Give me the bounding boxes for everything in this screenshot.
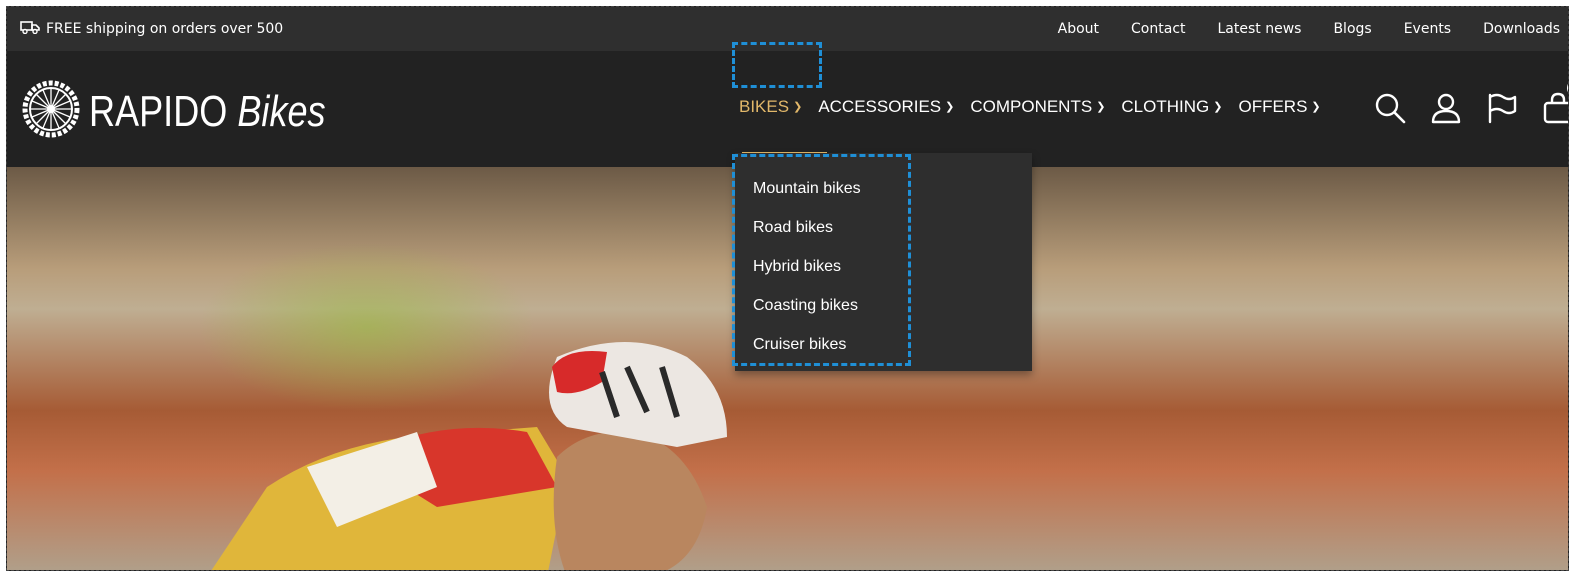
dropdown-item-coasting-bikes[interactable]: Coasting bikes — [753, 286, 861, 325]
truck-icon — [20, 20, 40, 38]
nav-item-bikes[interactable]: BIKES ❯ — [739, 97, 802, 117]
user-icon[interactable] — [1429, 91, 1463, 125]
nav-label-bikes: BIKES — [739, 97, 790, 116]
nav-label-offers: OFFERS — [1238, 97, 1308, 116]
top-link-blogs[interactable]: Blogs — [1333, 21, 1371, 37]
chevron-down-icon: ❯ — [793, 100, 803, 113]
cyclist-illustration — [211, 342, 727, 570]
shipping-info: FREE shipping on orders over 500 — [20, 20, 283, 38]
shipping-text: FREE shipping on orders over 500 — [46, 21, 284, 37]
nav-label-components: COMPONENTS — [970, 97, 1093, 116]
chevron-down-icon: ❯ — [1311, 100, 1321, 113]
cart-icon[interactable]: 1 — [1541, 79, 1568, 125]
nav-item-components[interactable]: COMPONENTS ❯ — [970, 97, 1105, 117]
header-icons: 1 — [1373, 79, 1568, 125]
nav-label-accessories: ACCESSORIES — [818, 97, 942, 116]
page-frame: FREE shipping on orders over 500 About C… — [6, 6, 1569, 571]
top-links: About Contact Latest news Blogs Events D… — [1058, 7, 1560, 51]
dropdown-item-hybrid-bikes[interactable]: Hybrid bikes — [753, 247, 861, 286]
chevron-down-icon: ❯ — [1096, 100, 1106, 113]
dropdown-item-road-bikes[interactable]: Road bikes — [753, 208, 861, 247]
top-bar: FREE shipping on orders over 500 About C… — [7, 7, 1568, 51]
nav-item-clothing[interactable]: CLOTHING ❯ — [1121, 97, 1222, 117]
dropdown-item-mountain-bikes[interactable]: Mountain bikes — [753, 169, 861, 208]
bikes-dropdown-menu: Mountain bikes Road bikes Hybrid bikes C… — [735, 153, 1032, 371]
search-icon[interactable] — [1373, 91, 1407, 125]
chevron-down-icon: ❯ — [945, 100, 955, 113]
nav-item-accessories[interactable]: ACCESSORIES ❯ — [818, 97, 954, 117]
nav-label-clothing: CLOTHING — [1121, 97, 1210, 116]
chevron-down-icon: ❯ — [1213, 100, 1223, 113]
nav-item-offers[interactable]: OFFERS ❯ — [1238, 97, 1320, 117]
bikes-dropdown-list: Mountain bikes Road bikes Hybrid bikes C… — [753, 169, 861, 364]
flag-icon[interactable] — [1485, 91, 1519, 125]
brand-sub: Bikes — [237, 86, 326, 136]
wheel-icon — [21, 79, 81, 144]
top-link-events[interactable]: Events — [1404, 21, 1451, 37]
dropdown-item-cruiser-bikes[interactable]: Cruiser bikes — [753, 325, 861, 364]
main-nav: BIKES ❯ ACCESSORIES ❯ COMPONENTS ❯ CLOTH… — [739, 91, 1337, 123]
brand-main: RAPIDO — [89, 86, 228, 136]
top-link-contact[interactable]: Contact — [1131, 21, 1185, 37]
top-link-about[interactable]: About — [1058, 21, 1099, 37]
top-link-latest-news[interactable]: Latest news — [1218, 21, 1302, 37]
brand-name: RAPIDO Bikes — [89, 87, 326, 137]
site-logo[interactable]: RAPIDO Bikes — [21, 79, 378, 144]
site-header: RAPIDO Bikes BIKES ❯ ACCESSORIES ❯ COMPO… — [7, 51, 1568, 167]
top-link-downloads[interactable]: Downloads — [1483, 21, 1560, 37]
